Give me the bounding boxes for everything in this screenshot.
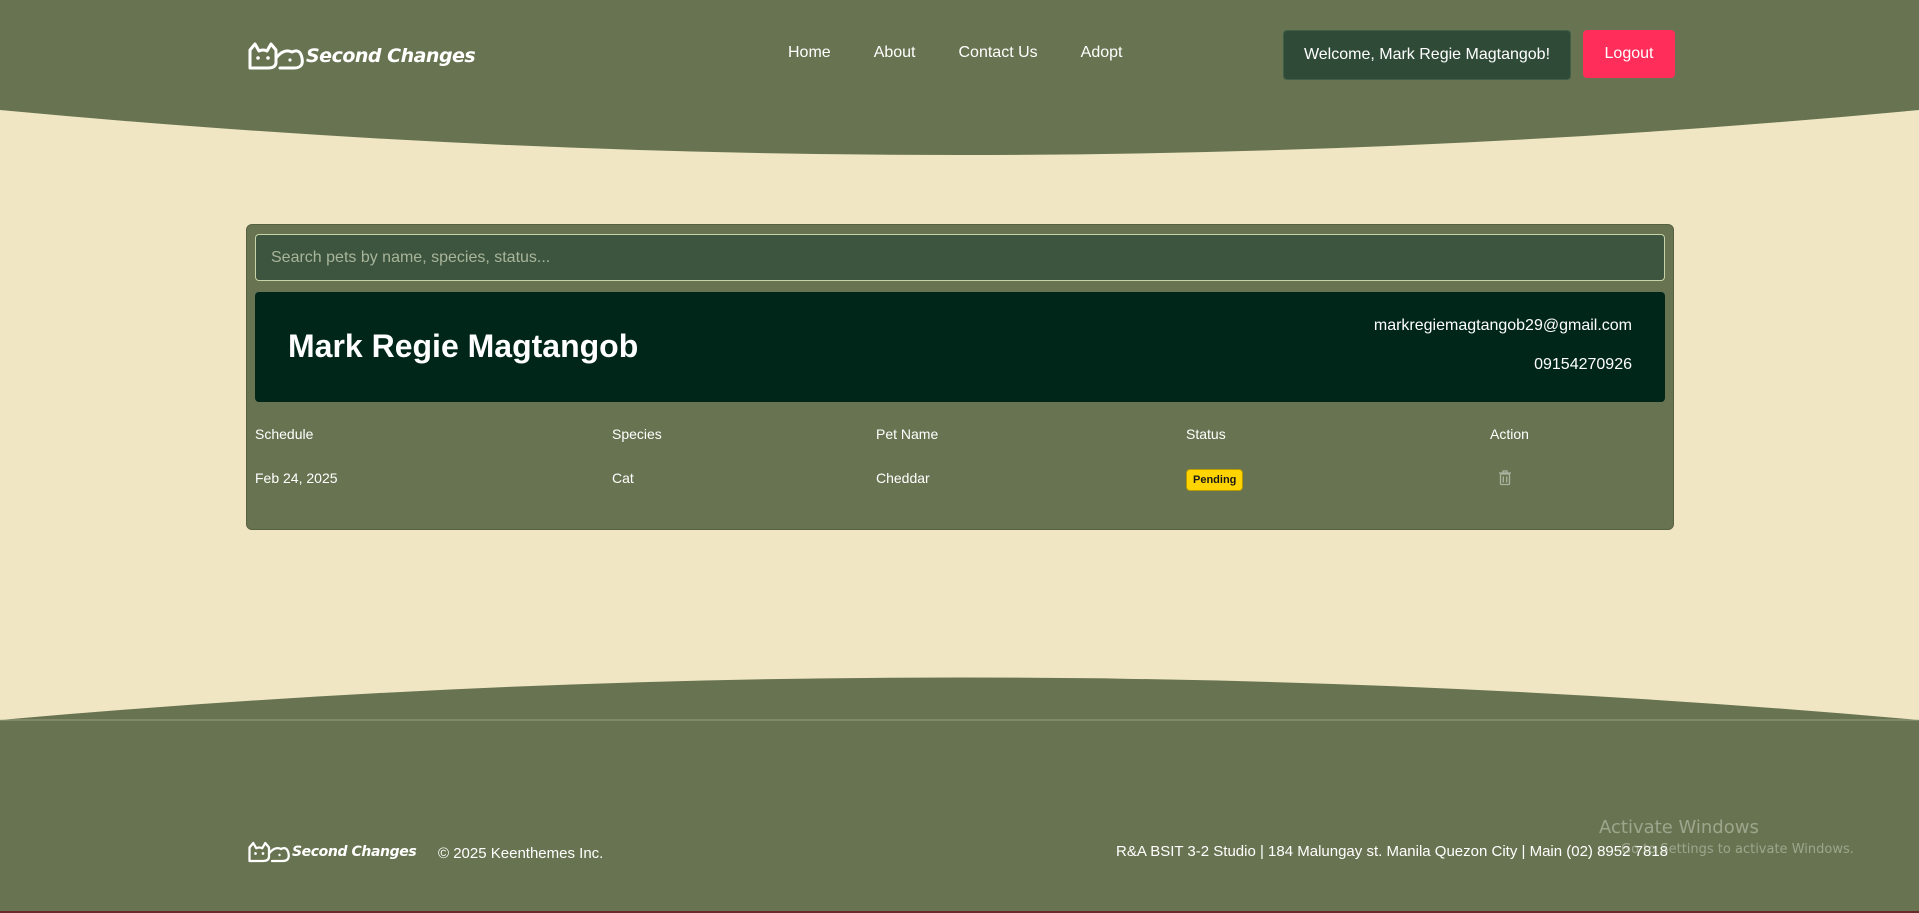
column-header-action: Action xyxy=(1490,426,1529,442)
trash-icon[interactable] xyxy=(1498,470,1512,486)
nav-adopt[interactable]: Adopt xyxy=(1081,44,1123,62)
brand-logo[interactable]: Second Changes xyxy=(246,40,476,72)
footer-background xyxy=(0,677,1919,913)
nav-about[interactable]: About xyxy=(874,44,916,62)
cell-schedule: Feb 24, 2025 xyxy=(255,470,338,486)
activate-windows-watermark: Activate Windows Go to Settings to activ… xyxy=(1599,817,1854,857)
adoption-card: Mark Regie Magtangob markregiemagtangob2… xyxy=(246,224,1674,530)
nav-contact-us[interactable]: Contact Us xyxy=(959,44,1038,62)
cell-pet-name: Cheddar xyxy=(876,470,930,486)
column-header-status: Status xyxy=(1186,426,1226,442)
table-header-row: Schedule Species Pet Name Status Action xyxy=(255,423,1665,445)
cell-status: Pending xyxy=(1186,467,1244,491)
cat-dog-logo-icon xyxy=(248,841,290,863)
footer-copyright: © 2025 Keenthemes Inc. xyxy=(438,845,604,862)
schedule-table: Schedule Species Pet Name Status Action … xyxy=(255,423,1665,491)
brand-name: Second Changes xyxy=(306,45,476,67)
nav-home[interactable]: Home xyxy=(788,44,831,62)
site-header: Second Changes Home About Contact Us Ado… xyxy=(0,0,1919,110)
footer-brand-name: Second Changes xyxy=(292,844,417,860)
column-header-species: Species xyxy=(612,426,662,442)
column-header-schedule: Schedule xyxy=(255,426,314,442)
cell-action xyxy=(1490,467,1512,492)
cat-dog-logo-icon xyxy=(248,42,304,70)
logout-button[interactable]: Logout xyxy=(1583,30,1675,78)
footer-address: R&A BSIT 3-2 Studio | 184 Malungay st. M… xyxy=(1116,843,1668,860)
column-header-pet-name: Pet Name xyxy=(876,426,939,442)
welcome-badge[interactable]: Welcome, Mark Regie Magtangob! xyxy=(1283,30,1571,80)
profile-name: Mark Regie Magtangob xyxy=(288,328,639,364)
profile-phone: 09154270926 xyxy=(1534,356,1632,373)
main-nav: Home About Contact Us Adopt xyxy=(788,44,1165,62)
activate-windows-title: Activate Windows xyxy=(1599,817,1759,838)
profile-banner: Mark Regie Magtangob markregiemagtangob2… xyxy=(255,292,1665,402)
page: Second Changes Home About Contact Us Ado… xyxy=(0,0,1919,913)
footer-logo[interactable]: Second Changes xyxy=(246,840,417,864)
table-row: Feb 24, 2025 Cat Cheddar Pending xyxy=(255,467,1665,491)
status-badge: Pending xyxy=(1186,469,1244,491)
cell-species: Cat xyxy=(612,470,634,486)
activate-windows-subtitle: Go to Settings to activate Windows. xyxy=(1621,842,1854,857)
profile-email: markregiemagtangob29@gmail.com xyxy=(1373,317,1632,334)
search-input[interactable] xyxy=(255,234,1665,281)
